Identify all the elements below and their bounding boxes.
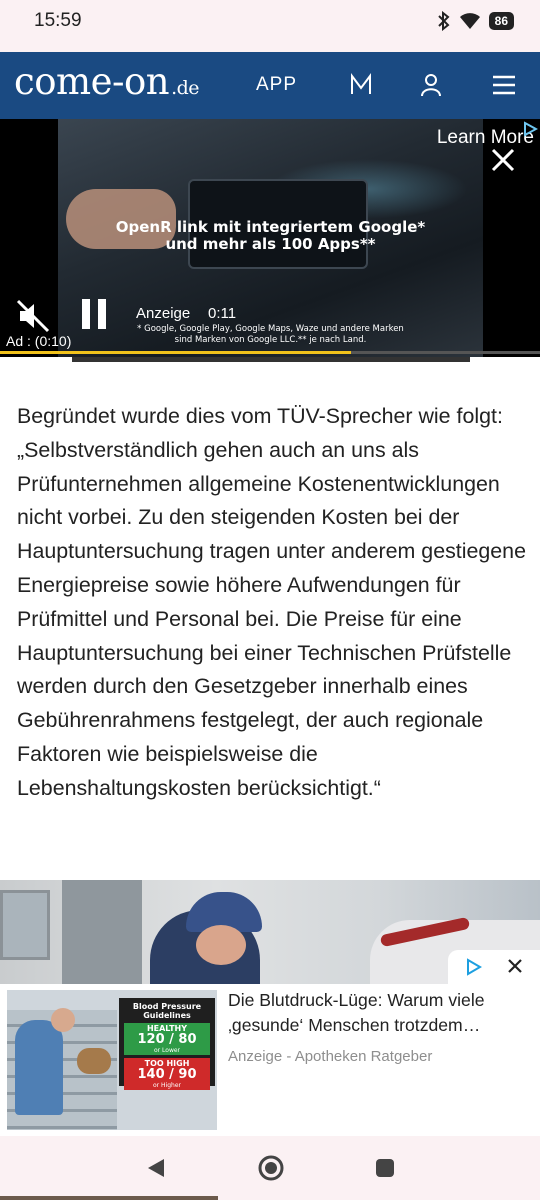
adchoices-icon[interactable] [522, 121, 539, 142]
adchoices-play-icon[interactable] [466, 958, 482, 981]
ad-label: Anzeige [136, 305, 191, 322]
status-time: 15:59 [34, 10, 82, 31]
home-icon[interactable] [257, 1154, 285, 1187]
article-paragraph: Begründet wurde dies vom TÜV-Sprecher wi… [17, 404, 526, 800]
back-icon[interactable] [146, 1157, 166, 1184]
video-caption: OpenR link mit integriertem Google* und … [58, 219, 483, 253]
logo-tld: .de [171, 77, 200, 99]
learn-more-link[interactable]: Learn More [437, 127, 534, 149]
bp-healthy-box: HEALTHY 120 / 80 or Lower [124, 1023, 210, 1055]
bp-title: Blood Pressure Guidelines [132, 1002, 202, 1020]
status-icons: 86 [437, 11, 514, 31]
bp-high-value: 140 / 90 [137, 1067, 197, 1082]
sponsored-title[interactable]: Die Blutdruck-Lüge: Warum viele ‚gesunde… [228, 988, 533, 1038]
ad-time: 0:11 [208, 305, 237, 322]
menu-icon[interactable] [492, 72, 516, 103]
site-logo[interactable]: come-on .de [14, 60, 200, 103]
wifi-icon [459, 12, 481, 30]
sponsored-thumbnail[interactable]: Blood Pressure Guidelines HEALTHY 120 / … [7, 990, 217, 1130]
bp-healthy-value: 120 / 80 [137, 1032, 197, 1047]
video-disclaimer: * Google, Google Play, Google Maps, Waze… [58, 324, 483, 346]
bp-healthy-note: or Lower [153, 1047, 181, 1054]
video-progress-fill [0, 351, 351, 354]
video-divider [72, 357, 470, 362]
caption-line-1: OpenR link mit integriertem Google* [115, 218, 426, 236]
bp-guidelines-sign: Blood Pressure Guidelines HEALTHY 120 / … [119, 998, 215, 1090]
bp-high-note: or Higher [153, 1082, 181, 1089]
recents-icon[interactable] [375, 1158, 395, 1183]
sponsored-source: Anzeige - Apotheken Ratgeber [228, 1048, 433, 1065]
status-bar: 15:59 86 [0, 0, 540, 52]
pause-icon[interactable] [80, 297, 110, 336]
app-link[interactable]: APP [256, 74, 297, 96]
close-icon[interactable] [490, 147, 516, 178]
sponsored-card[interactable]: Blood Pressure Guidelines HEALTHY 120 / … [0, 984, 540, 1136]
video-progress-bar[interactable] [0, 351, 540, 354]
close-ad-icon[interactable] [506, 957, 524, 980]
system-nav-bar [0, 1136, 540, 1200]
disclaimer-line-2: sind Marken von Google LLC.** je nach La… [174, 335, 367, 345]
caption-line-2: und mehr als 100 Apps** [165, 235, 376, 253]
bp-high-box: TOO HIGH 140 / 90 or Higher [124, 1058, 210, 1090]
ad-counter: Ad : (0:10) [6, 333, 72, 349]
video-ad[interactable]: OpenR link mit integriertem Google* und … [0, 119, 540, 357]
logo-text: come-on [14, 60, 170, 103]
battery-indicator: 86 [488, 12, 514, 30]
sponsor-controls [448, 950, 540, 984]
site-header: come-on .de APP [0, 52, 540, 119]
bluetooth-icon [437, 11, 451, 31]
content-peek [0, 1196, 218, 1200]
disclaimer-line-1: * Google, Google Play, Google Maps, Waze… [137, 324, 404, 334]
user-icon[interactable] [420, 72, 442, 103]
m-icon[interactable] [350, 72, 372, 103]
